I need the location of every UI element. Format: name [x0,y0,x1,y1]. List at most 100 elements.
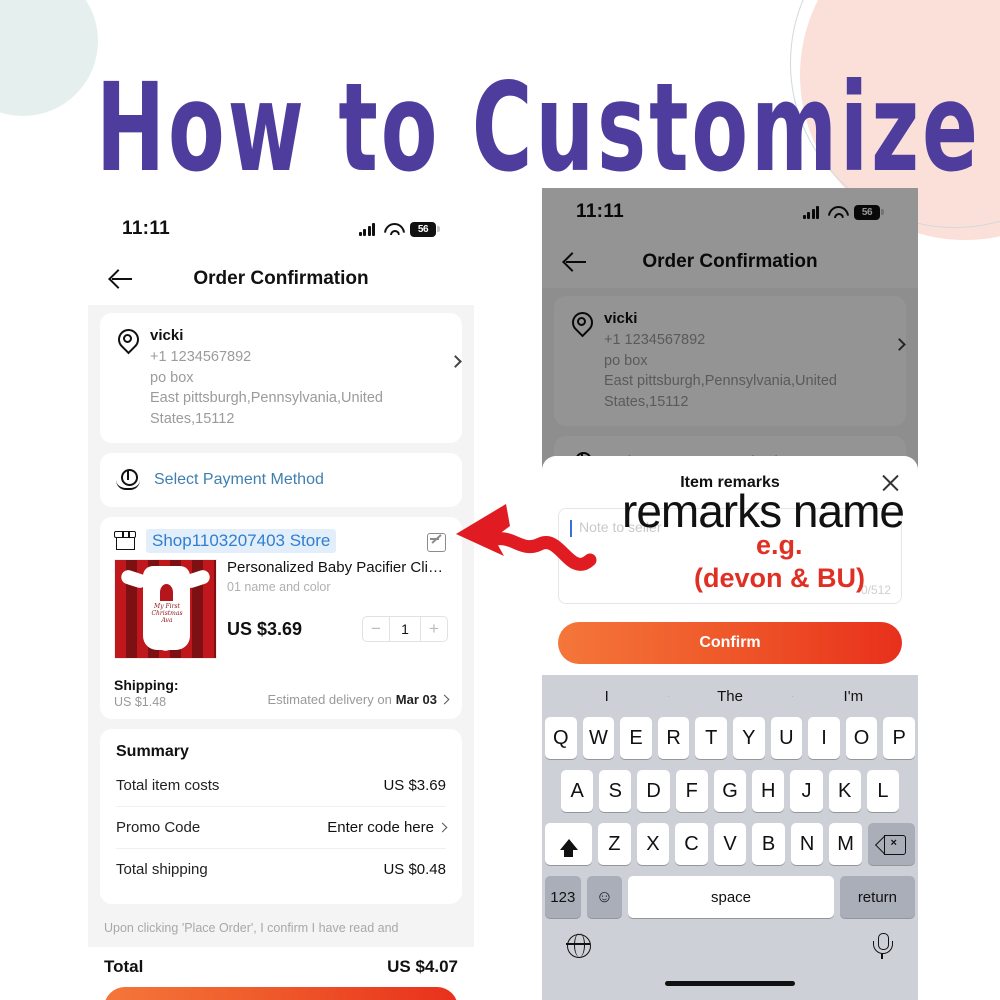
on-screen-keyboard: I The I'm Q W E R T Y U I O P A S D F G … [542,675,918,1000]
status-time: 11:11 [122,218,170,239]
battery-level-label: 56 [410,221,436,237]
backspace-icon: × [878,835,907,855]
key-q[interactable]: Q [545,717,577,759]
quantity-value[interactable]: 1 [389,617,421,642]
shop-card: Shop1103207403 Store My First Christmas Av… [100,517,462,720]
summary-title: Summary [116,743,189,761]
shipping-cost: US $1.48 [114,695,167,710]
key-c[interactable]: C [675,823,708,865]
address-line2: East pittsburgh,Pennsylvania,United [150,390,383,407]
product-thumbnail[interactable]: My First Christmas Ava [114,559,217,660]
key-n[interactable]: N [790,823,824,865]
shipping-label: Shipping: [114,677,179,694]
close-x-icon[interactable] [881,473,900,492]
status-bar: 11:11 56 [88,205,474,253]
quantity-minus-button[interactable]: − [363,617,389,641]
summary-value: US $3.69 [383,777,446,795]
summary-row-item-costs: Total item costs US $3.69 [116,765,446,808]
key-z[interactable]: Z [598,823,631,865]
wifi-icon [384,223,401,236]
delivery-text: Estimated delivery on [267,692,392,708]
emoji-smiley-icon[interactable]: ☺ [586,876,623,918]
summary-label: Total shipping [116,861,208,879]
keyboard-row-2: A S D F G H J K L [545,770,915,812]
quantity-plus-button[interactable]: + [421,617,447,641]
payment-method-label: Select Payment Method [154,471,324,489]
key-i[interactable]: I [808,717,840,759]
character-counter: 0/512 [860,583,891,597]
key-o[interactable]: O [845,717,878,759]
key-g[interactable]: G [713,770,747,812]
page-title: How to Customize [96,58,981,200]
key-f[interactable]: F [675,770,708,812]
chevron-right-icon [449,355,462,368]
key-p[interactable]: P [883,717,915,759]
battery-icon: 56 [410,221,440,237]
keyboard-row-3: Z X C V B N M × [544,823,916,865]
space-key[interactable]: space [628,876,834,918]
globe-icon[interactable] [566,933,591,958]
key-h[interactable]: H [752,770,785,812]
confirm-button[interactable]: Confirm [558,622,902,664]
chevron-right-icon [439,694,450,705]
order-disclaimer: Upon clicking 'Place Order', I confirm I… [104,921,399,936]
key-e[interactable]: E [620,717,652,759]
chevron-right-icon [437,822,448,833]
key-x[interactable]: X [636,823,670,865]
summary-row-promo-code[interactable]: Promo Code Enter code here [116,807,448,850]
red-wavy-arrow-icon [456,504,597,571]
phone-mockup-left: 11:11 56 Order Confirmation vicki +1 123… [88,205,474,1000]
product-title[interactable]: Personalized Baby Pacifier Clip Custo... [227,559,448,577]
address-phone: +1 1234567892 [150,349,252,365]
key-t[interactable]: T [695,717,727,759]
summary-label: Total item costs [116,777,220,795]
backspace-key[interactable]: × [867,823,916,865]
key-w[interactable]: W [582,717,615,759]
prediction-item[interactable]: I'm [791,688,915,705]
key-m[interactable]: M [829,823,862,865]
nav-title: Order Confirmation [193,268,369,289]
edit-note-icon[interactable] [427,533,446,553]
delivery-date: Mar 03 [395,692,437,708]
address-line1: po box [150,369,194,386]
address-name: vicki [150,327,184,344]
quantity-stepper[interactable]: − 1 + [362,616,448,643]
decorative-mint-circle [0,0,98,116]
phone-mockup-right: 11:11 56 Order Confirmation vicki +1 123… [542,188,918,1000]
microphone-icon[interactable] [871,933,893,959]
product-variant: 01 name and color [227,580,331,595]
nav-bar: Order Confirmation [88,253,474,305]
key-l[interactable]: L [866,770,899,812]
key-a[interactable]: A [561,770,594,812]
total-value: US $4.07 [387,956,458,976]
location-pin-icon [116,329,138,351]
promo-code-value[interactable]: Enter code here [327,819,434,836]
numbers-key[interactable]: 123 [545,876,581,918]
prediction-item[interactable]: The [668,688,791,705]
note-to-seller-input[interactable]: Note to seller 0/512 [558,508,902,604]
key-u[interactable]: U [770,717,803,759]
shop-name-link[interactable]: Shop1103207403 Store [146,529,337,554]
summary-label: Promo Code [116,819,201,837]
coin-hand-icon [116,469,140,491]
return-key[interactable]: return [839,876,915,918]
address-card[interactable]: vicki +1 1234567892 po box East pittsbur… [100,313,462,444]
back-arrow-icon[interactable] [108,266,134,292]
prediction-item[interactable]: I [545,688,668,705]
key-j[interactable]: J [790,770,823,812]
key-d[interactable]: D [637,770,670,812]
keyboard-bottom-row [545,929,915,959]
prediction-bar: I The I'm [545,675,915,717]
key-k[interactable]: K [828,770,861,812]
key-b[interactable]: B [752,823,785,865]
shipping-row[interactable]: Shipping: US $1.48 Estimated delivery on… [114,669,450,710]
key-v[interactable]: V [713,823,747,865]
summary-card: Summary Total item costs US $3.69 Promo … [100,729,462,905]
keyboard-row-1: Q W E R T Y U I O P [545,717,915,759]
key-r[interactable]: R [657,717,690,759]
shift-key[interactable] [544,823,593,865]
key-y[interactable]: Y [733,717,765,759]
select-payment-method-row[interactable]: Select Payment Method [100,453,462,508]
key-s[interactable]: S [599,770,632,812]
place-order-button[interactable]: Place order [104,986,458,1000]
